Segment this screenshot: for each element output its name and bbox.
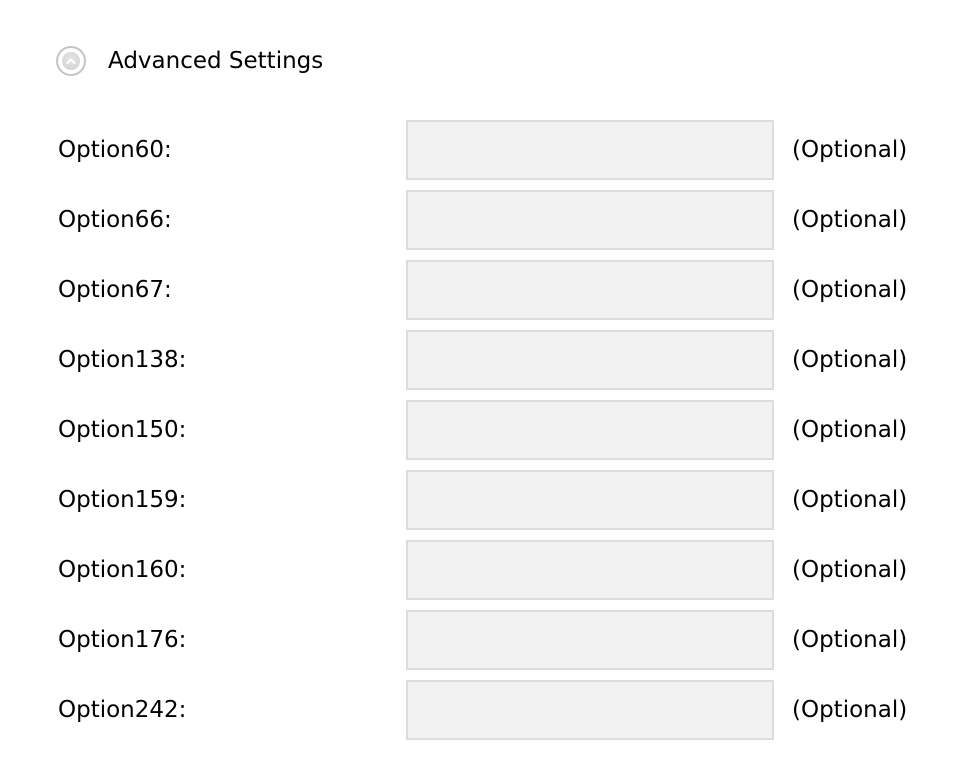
- optional-hint: (Optional): [792, 697, 908, 723]
- optional-hint: (Optional): [792, 557, 908, 583]
- option176-input[interactable]: [406, 610, 774, 670]
- optional-hint: (Optional): [792, 137, 908, 163]
- option-label: Option60:: [58, 137, 172, 163]
- option-row-160: Option160: (Optional): [58, 540, 938, 600]
- option138-input[interactable]: [406, 330, 774, 390]
- option159-input[interactable]: [406, 470, 774, 530]
- option-label: Option159:: [58, 487, 187, 513]
- advanced-settings-toggle[interactable]: Advanced Settings: [56, 42, 323, 80]
- option-row-159: Option159: (Optional): [58, 470, 938, 530]
- option-row-66: Option66: (Optional): [58, 190, 938, 250]
- section-title: Advanced Settings: [108, 48, 324, 74]
- option-label: Option242:: [58, 697, 187, 723]
- option-row-242: Option242: (Optional): [58, 680, 938, 740]
- option242-input[interactable]: [406, 680, 774, 740]
- option66-input[interactable]: [406, 190, 774, 250]
- option-label: Option150:: [58, 417, 187, 443]
- option-label: Option138:: [58, 347, 187, 373]
- option67-input[interactable]: [406, 260, 774, 320]
- optional-hint: (Optional): [792, 627, 908, 653]
- options-form: Option60: (Optional) Option66: (Optional…: [58, 120, 938, 750]
- option60-input[interactable]: [406, 120, 774, 180]
- option150-input[interactable]: [406, 400, 774, 460]
- optional-hint: (Optional): [792, 277, 908, 303]
- option-label: Option176:: [58, 627, 187, 653]
- option-row-176: Option176: (Optional): [58, 610, 938, 670]
- option-row-138: Option138: (Optional): [58, 330, 938, 390]
- optional-hint: (Optional): [792, 347, 908, 373]
- optional-hint: (Optional): [792, 207, 908, 233]
- option-label: Option66:: [58, 207, 172, 233]
- option-label: Option67:: [58, 277, 172, 303]
- option-row-60: Option60: (Optional): [58, 120, 938, 180]
- option-row-67: Option67: (Optional): [58, 260, 938, 320]
- option-label: Option160:: [58, 557, 187, 583]
- optional-hint: (Optional): [792, 487, 908, 513]
- optional-hint: (Optional): [792, 417, 908, 443]
- chevron-up-circle-icon[interactable]: [56, 46, 86, 76]
- option160-input[interactable]: [406, 540, 774, 600]
- option-row-150: Option150: (Optional): [58, 400, 938, 460]
